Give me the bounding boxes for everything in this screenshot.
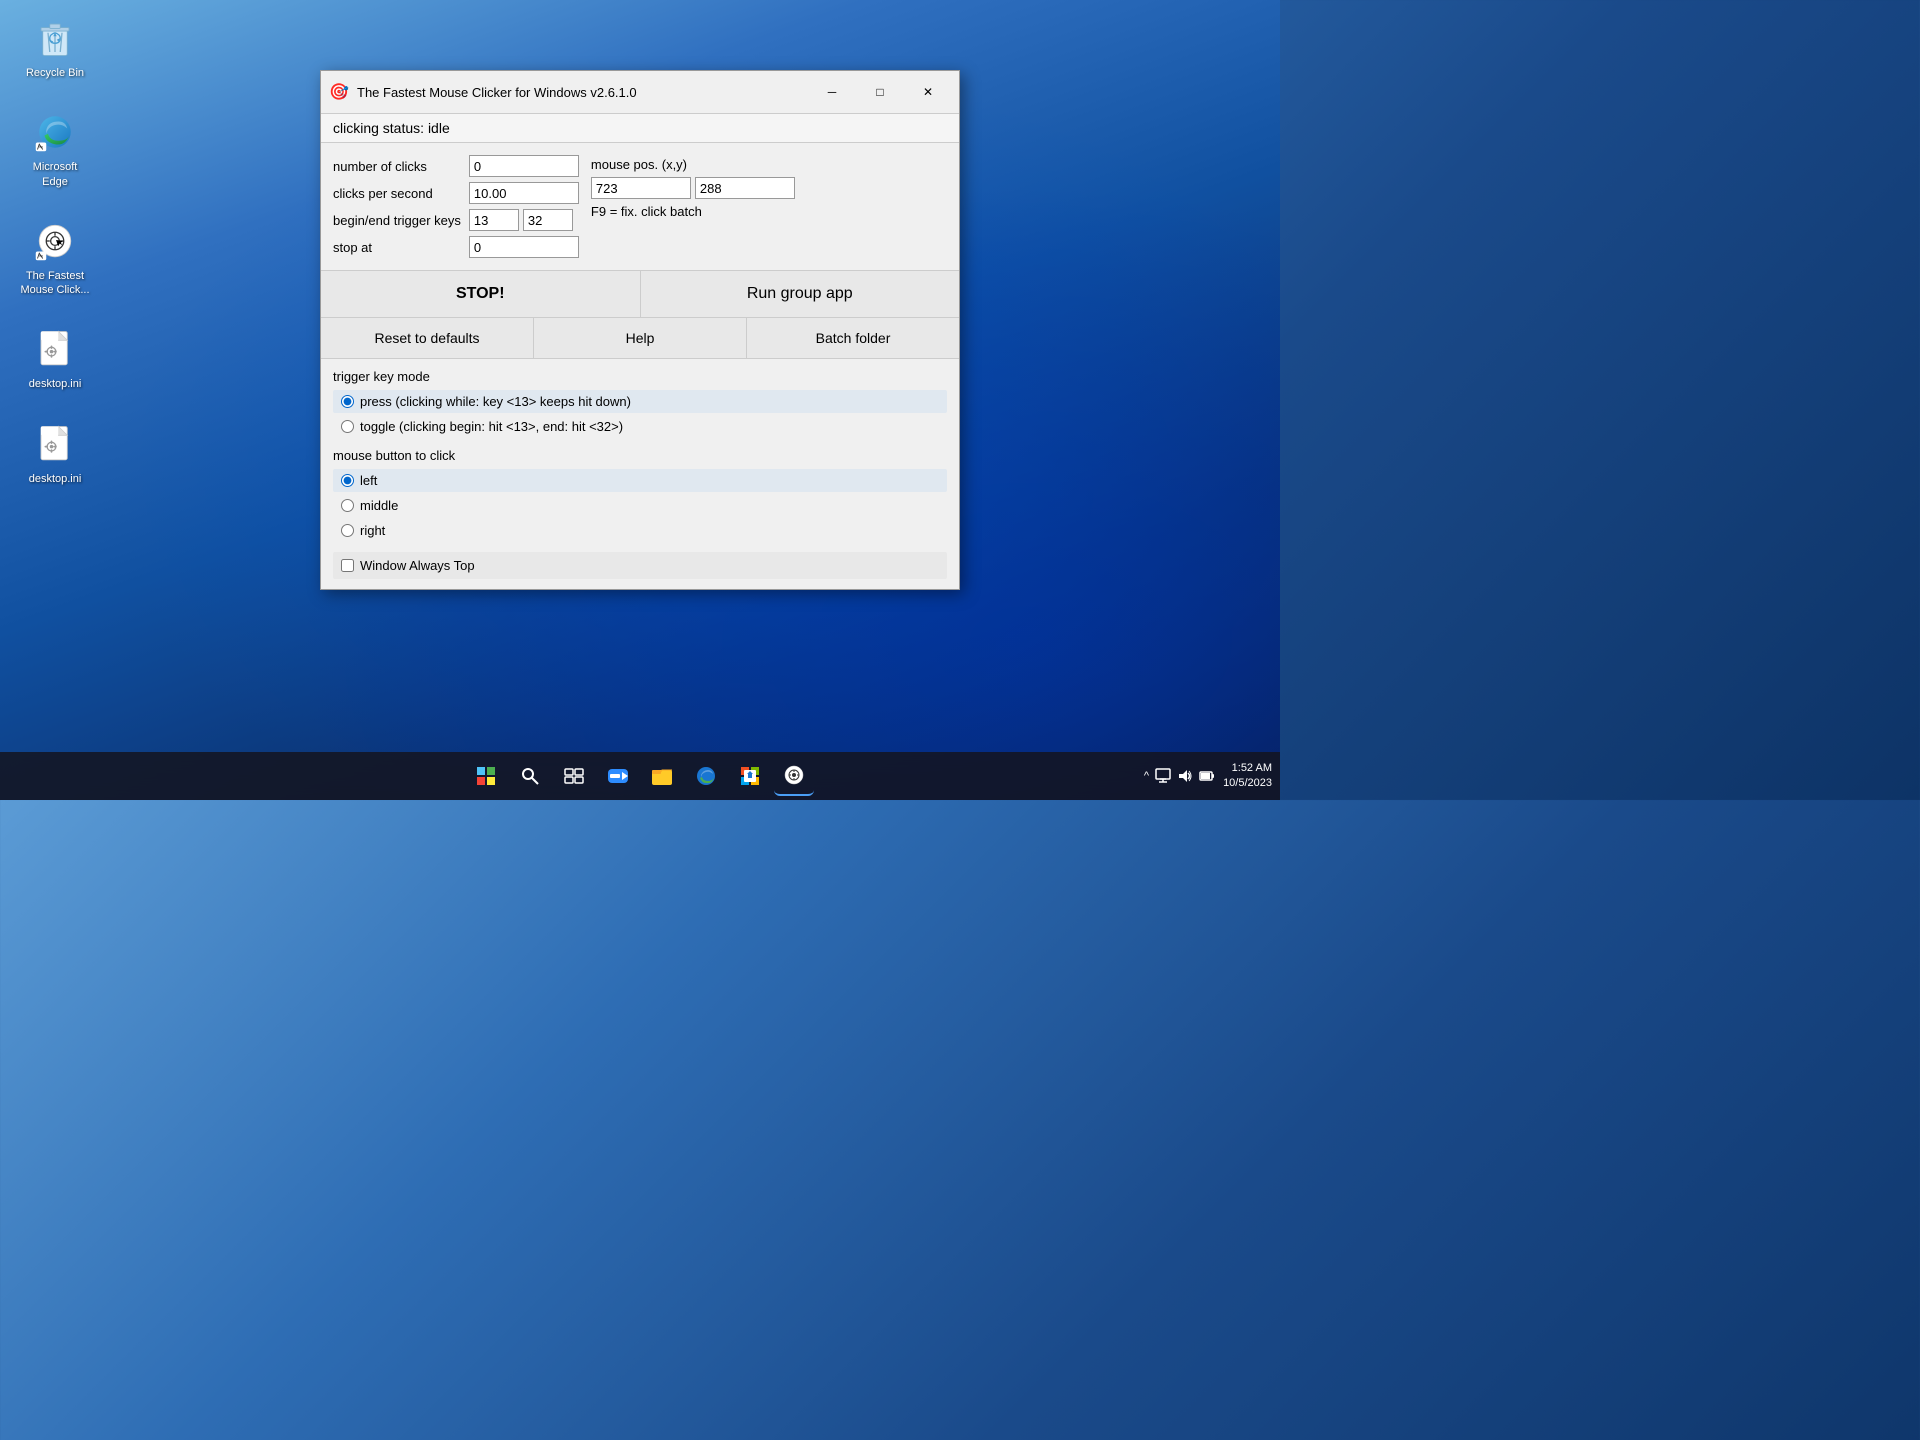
trigger-key1-input[interactable] [469,209,519,231]
close-button[interactable]: ✕ [905,77,951,107]
trigger-press-label: press (clicking while: key <13> keeps hi… [360,394,631,409]
options-section: trigger key mode press (clicking while: … [321,359,959,589]
fields-section: number of clicks clicks per second begin… [321,143,959,270]
edge-taskbar-button[interactable] [686,756,726,796]
desktop-icon-mouse-clicker[interactable]: The Fastest Mouse Click... [15,213,95,302]
app-window: 🎯 The Fastest Mouse Clicker for Windows … [320,70,960,590]
clock-date: 10/5/2023 [1223,776,1272,791]
secondary-buttons-section: Reset to defaults Help Batch folder [321,318,959,359]
status-bar: clicking status: idle [321,114,959,143]
trigger-press-radio[interactable] [341,395,354,408]
recycle-bin-label: Recycle Bin [26,66,84,80]
start-button[interactable] [466,756,506,796]
stop-button[interactable]: STOP! [321,271,641,317]
num-clicks-label: number of clicks [333,159,461,174]
trigger-press-option[interactable]: press (clicking while: key <13> keeps hi… [333,390,947,413]
mouse-button-title: mouse button to click [333,448,947,463]
search-taskbar-button[interactable] [510,756,550,796]
system-tray: ^ [1144,768,1215,784]
trigger-toggle-label: toggle (clicking begin: hit <13>, end: h… [360,419,623,434]
volume-icon [1177,768,1193,784]
tray-chevron[interactable]: ^ [1144,770,1149,782]
file-explorer-button[interactable] [642,756,682,796]
mouse-button-group: mouse button to click left middle right [333,448,947,542]
reset-button[interactable]: Reset to defaults [321,318,534,358]
mouse-clicker-taskbar-button[interactable] [774,756,814,796]
zoom-taskbar-button[interactable] [598,756,638,796]
desktop-icon-ini2[interactable]: desktop.ini [15,416,95,490]
mouse-x-input[interactable] [591,177,691,199]
fix-click-batch-label: F9 = fix. click batch [591,204,795,219]
window-controls: ─ □ ✕ [809,77,951,107]
recycle-bin-icon [31,14,79,62]
file-icon-1 [31,325,79,373]
clock: 1:52 AM 10/5/2023 [1223,761,1272,792]
mouse-right-option[interactable]: right [333,519,947,542]
always-top-checkbox[interactable] [341,559,354,572]
taskbar-right: ^ 1:52 AM 10/5/2023 [1144,761,1272,792]
ini-label-2: desktop.ini [29,472,82,486]
trigger-keys-label: begin/end trigger keys [333,213,461,228]
mouse-middle-label: middle [360,498,398,513]
stop-at-input[interactable] [469,236,579,258]
app-icon: 🎯 [329,82,349,102]
file-icon-2 [31,420,79,468]
stop-at-label: stop at [333,240,461,255]
mouse-left-option[interactable]: left [333,469,947,492]
taskbar: ^ 1:52 AM 10/5/2023 [0,752,1280,800]
desktop-icons-container: Recycle Bin [15,10,95,490]
window-titlebar: 🎯 The Fastest Mouse Clicker for Windows … [321,71,959,114]
trigger-key2-input[interactable] [523,209,573,231]
mouse-left-radio[interactable] [341,474,354,487]
task-view-button[interactable] [554,756,594,796]
always-top-label: Window Always Top [360,558,475,573]
mouse-middle-radio[interactable] [341,499,354,512]
run-group-button[interactable]: Run group app [641,271,960,317]
always-top-container[interactable]: Window Always Top [333,552,947,579]
trigger-key-mode-group: trigger key mode press (clicking while: … [333,369,947,438]
mouse-right-label: right [360,523,385,538]
mouse-middle-option[interactable]: middle [333,494,947,517]
maximize-button[interactable]: □ [857,77,903,107]
desktop-icon-ini1[interactable]: desktop.ini [15,321,95,395]
mouse-pos-label: mouse pos. (x,y) [591,157,795,172]
mouse-left-label: left [360,473,377,488]
taskbar-center [466,756,814,796]
num-clicks-input[interactable] [469,155,579,177]
clicks-per-sec-label: clicks per second [333,186,461,201]
status-value: idle [428,120,450,136]
mouse-clicker-label-desktop: The Fastest Mouse Click... [19,269,91,298]
trigger-toggle-option[interactable]: toggle (clicking begin: hit <13>, end: h… [333,415,947,438]
batch-folder-button[interactable]: Batch folder [747,318,959,358]
edge-icon [31,108,79,156]
battery-icon [1199,768,1215,784]
trigger-toggle-radio[interactable] [341,420,354,433]
mouse-y-input[interactable] [695,177,795,199]
mouse-clicker-icon-desktop [31,217,79,265]
desktop-icon-recycle-bin[interactable]: Recycle Bin [15,10,95,84]
clicks-per-sec-input[interactable] [469,182,579,204]
help-button[interactable]: Help [534,318,747,358]
main-buttons-section: STOP! Run group app [321,270,959,318]
window-title: The Fastest Mouse Clicker for Windows v2… [357,85,809,100]
trigger-mode-title: trigger key mode [333,369,947,384]
minimize-button[interactable]: ─ [809,77,855,107]
clock-time: 1:52 AM [1223,761,1272,776]
ini-label-1: desktop.ini [29,377,82,391]
status-label: clicking status: [333,120,424,136]
edge-label: Microsoft Edge [19,160,91,189]
monitor-icon [1155,768,1171,784]
mouse-right-radio[interactable] [341,524,354,537]
ms-store-button[interactable] [730,756,770,796]
desktop-icon-edge[interactable]: Microsoft Edge [15,104,95,193]
